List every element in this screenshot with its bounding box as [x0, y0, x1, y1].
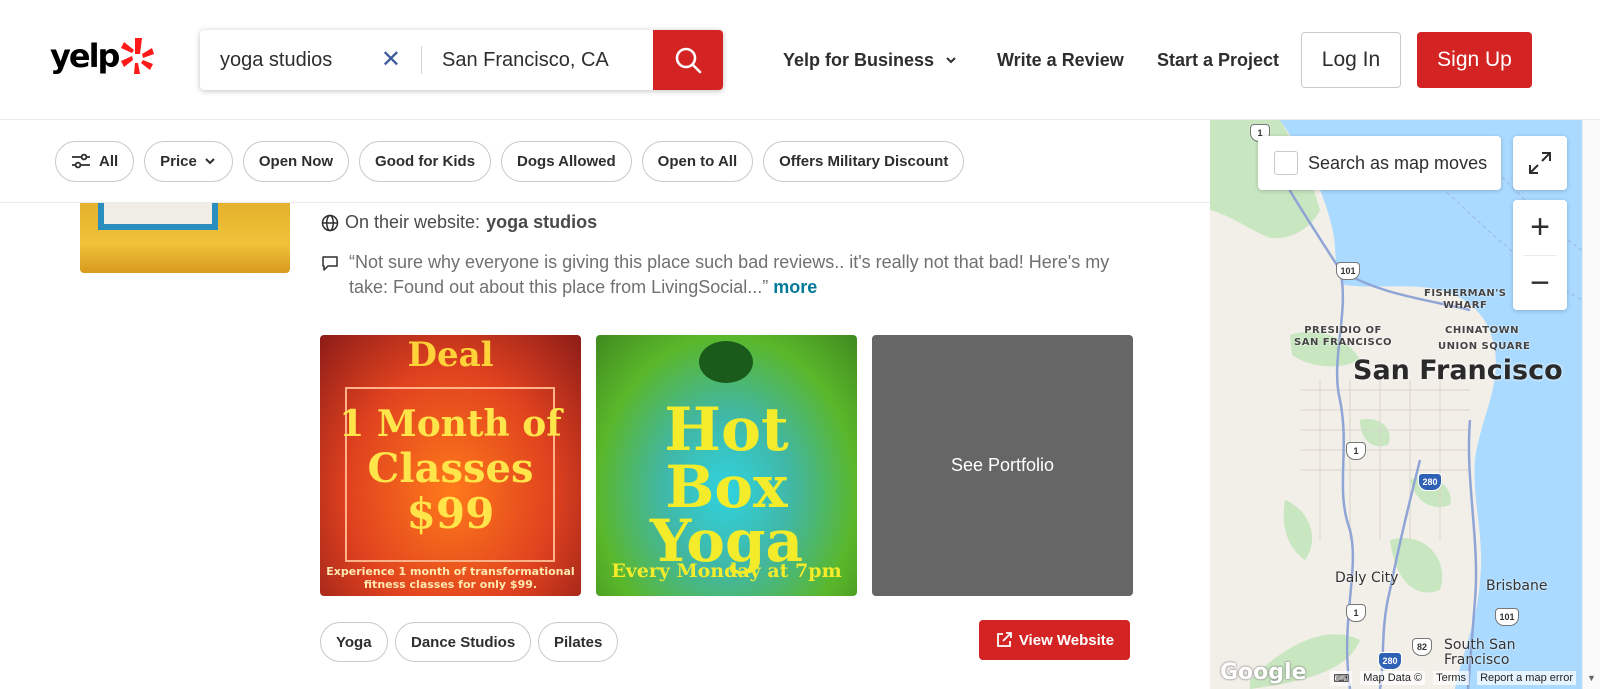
filter-price-label: Price — [160, 152, 197, 170]
chevron-down-icon — [205, 158, 215, 165]
photo1-line3: $99 — [406, 489, 495, 538]
chevron-down-icon — [946, 57, 956, 64]
scroll-down-arrow-icon[interactable]: ▼ — [1587, 673, 1596, 683]
category-tag-yoga[interactable]: Yoga — [320, 622, 388, 662]
top-header: yelp yoga studios ✕ San Francisco, CA Ye… — [0, 0, 1600, 120]
search-icon — [675, 47, 702, 74]
map-panel[interactable]: 1 101 1 280 1 101 82 280 FISHERMAN'S WHA… — [1210, 120, 1582, 689]
search-find-value: yoga studios — [220, 48, 333, 71]
page: yelp yoga studios ✕ San Francisco, CA Ye… — [0, 0, 1600, 689]
logo-wordmark: yelp — [50, 37, 120, 75]
business-thumbnail[interactable] — [80, 200, 290, 273]
filter-open-to-all[interactable]: Open to All — [641, 140, 754, 182]
route-1-shield: 1 — [1346, 442, 1366, 460]
label-fishermans-wharf: FISHERMAN'S WHARF — [1424, 288, 1507, 311]
website-prefix: On their website: — [345, 212, 481, 232]
search-button[interactable] — [653, 30, 723, 90]
yelp-logo[interactable]: yelp — [50, 36, 155, 76]
route-101-shield: 101 — [1495, 608, 1519, 626]
photo1-line1: 1 Month of — [339, 403, 562, 445]
nav-business-label: Yelp for Business — [783, 49, 935, 70]
website-term: yoga studios — [486, 212, 598, 232]
photo2-caption: Every Monday at 7pm — [611, 560, 842, 582]
search-as-map-moves-checkbox[interactable] — [1274, 151, 1298, 175]
portfolio-photo-hot-box[interactable]: Hot Box Yoga Every Monday at 7pm — [596, 335, 857, 596]
speech-bubble-icon — [322, 256, 338, 271]
filter-open-now[interactable]: Open Now — [242, 140, 350, 182]
globe-icon — [321, 214, 339, 231]
filter-all[interactable]: All — [55, 140, 135, 182]
interstate-280-shield: 280 — [1418, 473, 1442, 491]
filter-price[interactable]: Price — [144, 140, 233, 182]
thumbnail-sign — [98, 200, 218, 230]
view-website-label: View Website — [1018, 631, 1115, 649]
search-bar: yoga studios ✕ San Francisco, CA — [200, 30, 723, 90]
search-as-map-moves-label: Search as map moves — [1308, 152, 1488, 173]
portfolio-photo-deal[interactable]: Deal 1 Month of Classes $99 Experience 1… — [320, 335, 581, 596]
review-quote: “Not sure why everyone is giving this pl… — [349, 252, 1110, 297]
category-tag-pilates[interactable]: Pilates — [538, 622, 619, 662]
keyboard-shortcuts-icon[interactable]: ⌨ — [1330, 670, 1353, 686]
yelp-for-business-menu[interactable]: Yelp for Business — [783, 0, 960, 120]
zoom-out-button[interactable]: − — [1513, 256, 1567, 311]
write-review-link[interactable]: Write a Review — [997, 0, 1124, 120]
map-zoom-control: + − — [1513, 200, 1567, 310]
search-near-value: San Francisco, CA — [442, 48, 609, 71]
expand-map-button[interactable] — [1513, 136, 1567, 190]
website-mention: On their website: yoga studios — [321, 212, 597, 233]
photo2-decoration — [699, 341, 753, 383]
photo1-line2: Classes — [367, 445, 534, 492]
review-snippet: “Not sure why everyone is giving this pl… — [321, 250, 1121, 300]
filter-dogs-allowed[interactable]: Dogs Allowed — [501, 140, 632, 182]
sliders-icon — [72, 153, 90, 169]
route-1-shield: 1 — [1346, 604, 1366, 622]
route-101-shield: 101 — [1336, 262, 1360, 280]
search-find-input[interactable]: yoga studios ✕ — [200, 30, 421, 90]
photo1-line0: Deal — [407, 335, 494, 375]
yelp-burst-icon — [121, 38, 155, 74]
label-brisbane: Brisbane — [1486, 578, 1548, 594]
filter-bar: All Price Open Now Good for Kids Dogs Al… — [0, 120, 1210, 203]
map-terms-link[interactable]: Terms — [1433, 671, 1470, 685]
search-as-map-moves-toggle[interactable]: Search as map moves — [1258, 136, 1501, 190]
review-text-block: “Not sure why everyone is giving this pl… — [349, 250, 1121, 300]
signup-button[interactable]: Sign Up — [1417, 32, 1532, 88]
view-website-button[interactable]: View Website — [979, 620, 1130, 660]
category-tag-dance-studios[interactable]: Dance Studios — [395, 622, 532, 662]
label-presidio: PRESIDIO OF SAN FRANCISCO — [1294, 325, 1393, 348]
clear-search-icon[interactable]: ✕ — [381, 48, 401, 72]
search-near-input[interactable]: San Francisco, CA — [422, 30, 653, 90]
label-south-san-francisco: South San Francisco — [1444, 637, 1516, 668]
zoom-in-button[interactable]: + — [1513, 200, 1567, 255]
filter-all-label: All — [99, 152, 119, 170]
map-attribution: ⌨ Map Data © Terms Report a map error — [1210, 667, 1582, 689]
label-san-francisco: San Francisco — [1353, 355, 1563, 386]
label-daly-city: Daly City — [1335, 570, 1399, 586]
label-chinatown: CHINATOWN — [1445, 325, 1519, 336]
more-link[interactable]: more — [773, 277, 817, 297]
report-map-error-link[interactable]: Report a map error — [1477, 671, 1576, 685]
map-data-attribution[interactable]: Map Data © — [1360, 671, 1426, 685]
filter-good-for-kids[interactable]: Good for Kids — [359, 140, 492, 182]
label-union-square: UNION SQUARE — [1438, 341, 1531, 352]
route-82-shield: 82 — [1412, 638, 1432, 656]
filter-military-discount[interactable]: Offers Military Discount — [763, 140, 965, 182]
login-button[interactable]: Log In — [1301, 32, 1401, 88]
external-link-icon — [996, 632, 1012, 647]
see-portfolio-tile[interactable]: See Portfolio — [872, 335, 1133, 596]
expand-icon — [1529, 152, 1551, 174]
start-project-link[interactable]: Start a Project — [1157, 0, 1279, 120]
photo1-caption: Experience 1 month of transformational f… — [326, 565, 575, 591]
